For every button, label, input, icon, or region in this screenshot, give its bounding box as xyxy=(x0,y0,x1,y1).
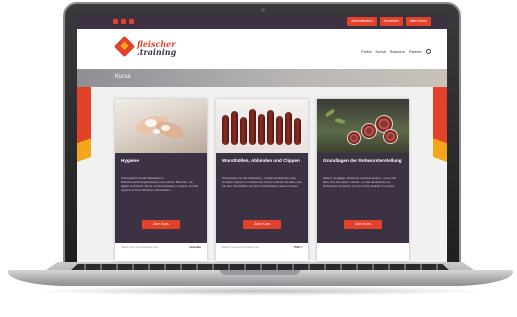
course-card-body: Wursthüllen, Abbinden und Clippen Praxis… xyxy=(216,153,308,243)
course-description: Trainingskurs für alle Mitarbeiter in Fl… xyxy=(121,176,199,192)
top-buttons: Administration Anmelden Mein Konto xyxy=(347,17,431,26)
sponsor-text: Dieser Kurs wird unterstützt von: xyxy=(222,246,260,249)
social-links xyxy=(113,19,134,24)
site-logo[interactable]: fleischer .training xyxy=(137,40,176,56)
social-icon-youtube[interactable] xyxy=(129,19,134,24)
sponsor-logo[interactable]: Hoeckle xyxy=(189,245,201,249)
course-button-wursthuellen[interactable]: Zum Kurs xyxy=(243,220,281,229)
course-button-rohwurst[interactable]: Zum Kurs xyxy=(344,220,382,229)
course-button-hygiene[interactable]: Zum Kurs xyxy=(142,220,180,229)
decorative-stripe-left xyxy=(77,87,91,207)
course-title[interactable]: Grundlagen der Rohwursterstellung xyxy=(323,158,403,164)
course-image-sausages xyxy=(216,99,308,153)
site-header: fleischer .training Portal Kurse Branche… xyxy=(77,29,447,69)
course-title[interactable]: Wursthüllen, Abbinden und Clippen xyxy=(222,158,302,164)
course-image-hygiene xyxy=(115,99,207,153)
nav-item-kurse[interactable]: Kurse xyxy=(376,49,386,54)
page-title-bar: Kurse xyxy=(77,69,447,87)
webcam xyxy=(261,8,265,12)
nav-item-partner[interactable]: Partner xyxy=(409,49,422,54)
logo-line-2: .training xyxy=(137,47,177,57)
main-navigation: Portal Kurse Branche Partner xyxy=(361,49,431,54)
course-card-body: Hygiene Trainingskurs für alle Mitarbeit… xyxy=(115,153,207,243)
decorative-stripe-right xyxy=(433,87,447,207)
nav-item-branche[interactable]: Branche xyxy=(390,49,405,54)
course-card-hygiene[interactable]: Hygiene Trainingskurs für alle Mitarbeit… xyxy=(115,99,207,261)
laptop-shadow xyxy=(30,286,490,296)
laptop-screen: Administration Anmelden Mein Konto fleis… xyxy=(77,15,447,269)
top-utility-bar: Administration Anmelden Mein Konto xyxy=(77,15,447,29)
course-title[interactable]: Hygiene xyxy=(121,158,201,164)
search-icon[interactable] xyxy=(426,49,431,54)
course-image-salami xyxy=(317,99,409,153)
laptop-lid: Administration Anmelden Mein Konto fleis… xyxy=(63,2,461,274)
laptop-base xyxy=(8,270,513,286)
course-description: Praxiswissen für alle Mitarbeiter – trad… xyxy=(222,176,302,188)
logo-icon[interactable] xyxy=(113,35,136,58)
course-card-rohwurst[interactable]: Grundlagen der Rohwursterstellung Salami… xyxy=(317,99,409,261)
login-button[interactable]: Anmelden xyxy=(379,17,403,26)
page-title: Kurse xyxy=(115,74,131,80)
social-icon-facebook[interactable] xyxy=(113,19,118,24)
nav-item-portal[interactable]: Portal xyxy=(361,49,371,54)
my-account-button[interactable]: Mein Konto xyxy=(405,17,431,26)
administration-button[interactable]: Administration xyxy=(347,17,377,26)
social-icon-twitter[interactable] xyxy=(121,19,126,24)
course-description: Salami, Landjäger, Mettwurst und viele a… xyxy=(323,176,397,188)
sponsor-logo[interactable]: POLY xyxy=(294,245,302,249)
course-card-body: Grundlagen der Rohwursterstellung Salami… xyxy=(317,153,409,243)
course-card-wursthuellen[interactable]: Wursthüllen, Abbinden und Clippen Praxis… xyxy=(216,99,308,261)
laptop-opening-notch xyxy=(220,270,300,275)
